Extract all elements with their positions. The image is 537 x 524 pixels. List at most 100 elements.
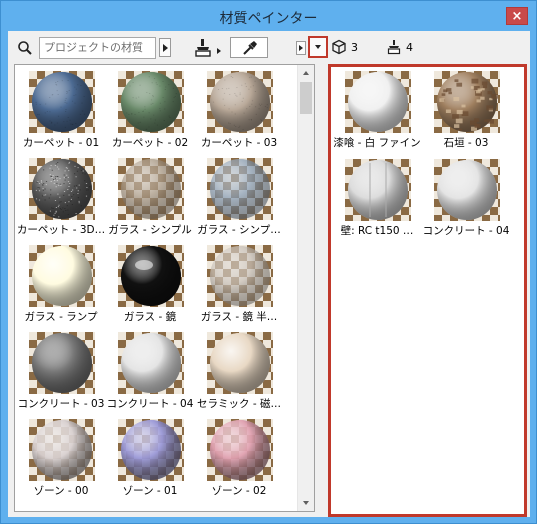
material-preview-icon [207,245,273,307]
material-preview-icon [118,245,184,307]
material-label: コンクリート - 04 [422,225,510,237]
material-item[interactable]: コンクリート - 04 [420,154,512,242]
material-preview-icon [207,419,273,481]
pick-material-icon [387,40,401,55]
pick-count-stat: 4 [386,39,416,57]
material-label: セラミック - 磁… [197,398,281,410]
material-swatch [29,71,95,133]
material-label: ゾーン - 00 [33,485,89,497]
material-swatch [118,158,184,220]
material-item[interactable]: ゾーン - 02 [193,414,285,502]
material-swatch [345,159,411,221]
material-swatch [207,71,273,133]
material-item[interactable]: カーペット - 03 [193,66,285,154]
material-item[interactable]: 漆喰 - 白 ファイン [331,66,423,154]
material-label: ガラス - 鏡 [123,311,177,323]
material-preview-icon [207,71,273,133]
material-item[interactable]: ガラス - 鏡 [104,240,196,328]
material-swatch [118,419,184,481]
material-swatch [118,245,184,307]
material-preview-icon [118,71,184,133]
material-preview-icon [434,159,500,221]
material-preview-icon [434,71,500,133]
material-swatch [29,332,95,394]
object-count-stat: 3 [331,39,361,57]
material-label: カーペット - 02 [111,137,189,149]
scroll-down-button[interactable] [298,495,314,511]
scroll-thumb[interactable] [300,82,312,114]
next-arrow-button[interactable] [296,41,306,55]
material-label: ゾーン - 01 [122,485,178,497]
material-swatch [29,158,95,220]
material-library-panel: カーペット - 01 カーペット - 02 カーペット - 03 カーペット -… [14,64,315,512]
scroll-up-button[interactable] [298,65,314,81]
pick-material-icon[interactable] [192,37,214,59]
pick-count: 4 [406,41,413,54]
material-swatch [434,71,500,133]
window-title: 材質ペインター [219,11,318,27]
material-swatch [207,158,273,220]
material-swatch [434,159,500,221]
eyedropper-icon [243,41,257,55]
material-item[interactable]: カーペット - 02 [104,66,196,154]
material-swatch [207,332,273,394]
material-swatch [207,245,273,307]
material-swatch [118,332,184,394]
picked-materials-panel: 漆喰 - 白 ファイン 石垣 - 03 壁: RC t150 … コンクリート … [328,64,527,517]
material-label: コンクリート - 03 [17,398,105,410]
material-preview-icon [29,71,95,133]
material-item[interactable]: コンクリート - 03 [15,327,107,415]
cube-icon [332,39,346,55]
picked-materials-grid: 漆喰 - 白 ファイン 石垣 - 03 壁: RC t150 … コンクリート … [331,66,527,514]
material-preview-icon [345,71,411,133]
material-painter-window: 材質ペインター × プロジェクトの材質 3 4 カーペット - 01 カーペット… [0,0,537,524]
material-label: ガラス - シンプル [108,224,192,236]
material-label: ガラス - ランプ [24,311,98,323]
material-item[interactable]: ゾーン - 00 [15,414,107,502]
material-item[interactable]: ガラス - 鏡 半… [193,240,285,328]
pick-options-arrow[interactable] [217,48,223,54]
material-item[interactable]: 壁: RC t150 … [331,154,423,242]
eyedropper-button[interactable] [230,37,268,58]
dropdown-arrow-button[interactable] [308,36,328,58]
search-input[interactable]: プロジェクトの材質 [39,37,156,59]
material-item[interactable]: カーペット - 3D… [15,153,107,241]
material-item[interactable]: ゾーン - 01 [104,414,196,502]
material-swatch [345,71,411,133]
material-item[interactable]: ガラス - ランプ [15,240,107,328]
material-preview-icon [207,332,273,394]
material-label: カーペット - 3D… [16,224,106,236]
material-label: ガラス - シンプ… [197,224,281,236]
material-label: ゾーン - 02 [211,485,267,497]
material-preview-icon [118,332,184,394]
title-bar[interactable]: 材質ペインター × [1,1,536,31]
material-preview-icon [345,159,411,221]
material-item[interactable]: カーペット - 01 [15,66,107,154]
object-count: 3 [351,41,358,54]
material-preview-icon [29,419,95,481]
material-swatch [29,419,95,481]
material-preview-icon [29,245,95,307]
material-label: ガラス - 鏡 半… [200,311,278,323]
material-preview-icon [118,419,184,481]
material-item[interactable]: ガラス - シンプル [104,153,196,241]
material-item[interactable]: 石垣 - 03 [420,66,512,154]
material-preview-icon [29,158,95,220]
material-label: 漆喰 - 白 ファイン [333,137,421,149]
close-button[interactable]: × [506,7,528,25]
material-preview-icon [118,158,184,220]
material-label: カーペット - 01 [22,137,100,149]
material-item[interactable]: ガラス - シンプ… [193,153,285,241]
material-item[interactable]: セラミック - 磁… [193,327,285,415]
material-label: カーペット - 03 [200,137,278,149]
material-preview-icon [207,158,273,220]
search-scope-button[interactable] [159,38,171,57]
search-icon [18,41,32,55]
library-scrollbar[interactable] [297,65,314,511]
material-swatch [29,245,95,307]
material-preview-icon [29,332,95,394]
client-area: プロジェクトの材質 3 4 カーペット - 01 カーペット - 02 カーペッ… [8,31,530,517]
material-label: 石垣 - 03 [443,137,489,149]
material-item[interactable]: コンクリート - 04 [104,327,196,415]
material-label: 壁: RC t150 … [340,225,414,237]
